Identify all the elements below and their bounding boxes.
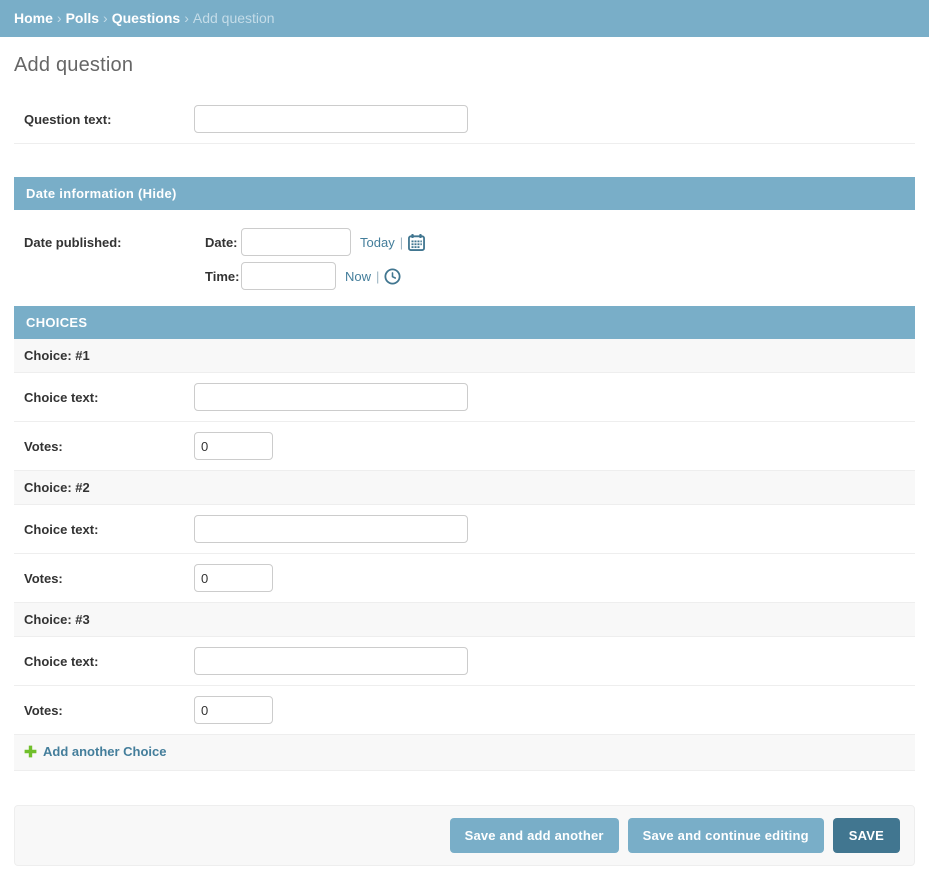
save-and-add-another-button[interactable]: Save and add another bbox=[450, 818, 619, 853]
choice-text-label: Choice text: bbox=[24, 647, 194, 669]
calendar-icon[interactable] bbox=[408, 234, 425, 251]
clock-icon[interactable] bbox=[384, 268, 401, 285]
plus-icon bbox=[24, 745, 37, 758]
choice-fieldset-3: Choice: #3 Choice text: Votes: bbox=[14, 603, 915, 735]
choice-fieldset-2: Choice: #2 Choice text: Votes: bbox=[14, 471, 915, 603]
question-text-input[interactable] bbox=[194, 105, 468, 133]
breadcrumb: Home›Polls›Questions›Add question bbox=[0, 0, 929, 37]
save-button[interactable]: SAVE bbox=[833, 818, 900, 853]
datetime-widget: Date: Today | bbox=[194, 228, 425, 290]
choice-text-input-1[interactable] bbox=[194, 383, 468, 411]
votes-row: Votes: bbox=[14, 554, 915, 603]
content-area: Add question Question text: Date informa… bbox=[0, 54, 929, 866]
date-published-row: Date published: Date: Today | bbox=[14, 210, 915, 306]
breadcrumb-link-questions[interactable]: Questions bbox=[112, 10, 180, 26]
choice-text-input-3[interactable] bbox=[194, 647, 468, 675]
choice-text-label: Choice text: bbox=[24, 383, 194, 405]
choices-inline-group: CHOICES Choice: #1 Choice text: Votes: C… bbox=[14, 306, 915, 771]
time-sub-row: Time: Now | bbox=[194, 262, 425, 290]
choice-text-row: Choice text: bbox=[14, 373, 915, 422]
votes-input-1[interactable] bbox=[194, 432, 273, 460]
time-input[interactable] bbox=[241, 262, 336, 290]
choice-title: Choice: #3 bbox=[14, 603, 915, 637]
add-another-choice-label: Add another Choice bbox=[43, 744, 167, 759]
breadcrumb-separator: › bbox=[103, 10, 108, 26]
choice-title: Choice: #1 bbox=[14, 339, 915, 373]
choices-header: CHOICES bbox=[14, 306, 915, 339]
votes-row: Votes: bbox=[14, 422, 915, 471]
choice-fieldset-1: Choice: #1 Choice text: Votes: bbox=[14, 339, 915, 471]
save-and-continue-editing-button[interactable]: Save and continue editing bbox=[628, 818, 824, 853]
choice-text-input-2[interactable] bbox=[194, 515, 468, 543]
votes-label: Votes: bbox=[24, 696, 194, 718]
shortcut-divider: | bbox=[376, 269, 379, 284]
votes-input-3[interactable] bbox=[194, 696, 273, 724]
date-information-fieldset: Date information (Hide) Date published: … bbox=[14, 177, 915, 306]
votes-label: Votes: bbox=[24, 564, 194, 586]
votes-row: Votes: bbox=[14, 686, 915, 735]
votes-input-2[interactable] bbox=[194, 564, 273, 592]
choice-text-row: Choice text: bbox=[14, 637, 915, 686]
votes-label: Votes: bbox=[24, 432, 194, 454]
breadcrumb-link-home[interactable]: Home bbox=[14, 10, 53, 26]
page-title: Add question bbox=[14, 54, 915, 77]
breadcrumb-current: Add question bbox=[193, 10, 275, 26]
date-information-header: Date information (Hide) bbox=[14, 177, 915, 210]
choice-text-label: Choice text: bbox=[24, 515, 194, 537]
date-input[interactable] bbox=[241, 228, 351, 256]
date-label: Date: bbox=[194, 235, 241, 250]
question-text-fieldset: Question text: bbox=[14, 95, 915, 144]
date-information-title: Date information bbox=[26, 186, 134, 201]
submit-row: Save and add another Save and continue e… bbox=[14, 805, 915, 866]
time-label: Time: bbox=[194, 269, 241, 284]
collapse-toggle-link[interactable]: (Hide) bbox=[138, 186, 177, 201]
add-another-choice-link[interactable]: Add another Choice bbox=[24, 744, 167, 759]
shortcut-divider: | bbox=[400, 235, 403, 250]
add-row: Add another Choice bbox=[14, 735, 915, 771]
question-text-label: Question text: bbox=[24, 105, 194, 127]
choice-text-row: Choice text: bbox=[14, 505, 915, 554]
now-shortcut-link[interactable]: Now bbox=[345, 269, 371, 284]
question-text-row: Question text: bbox=[14, 95, 915, 144]
breadcrumb-link-polls[interactable]: Polls bbox=[66, 10, 99, 26]
date-sub-row: Date: Today | bbox=[194, 228, 425, 256]
today-shortcut-link[interactable]: Today bbox=[360, 235, 395, 250]
choice-title: Choice: #2 bbox=[14, 471, 915, 505]
breadcrumb-separator: › bbox=[184, 10, 189, 26]
date-published-label: Date published: bbox=[24, 228, 194, 250]
breadcrumb-separator: › bbox=[57, 10, 62, 26]
